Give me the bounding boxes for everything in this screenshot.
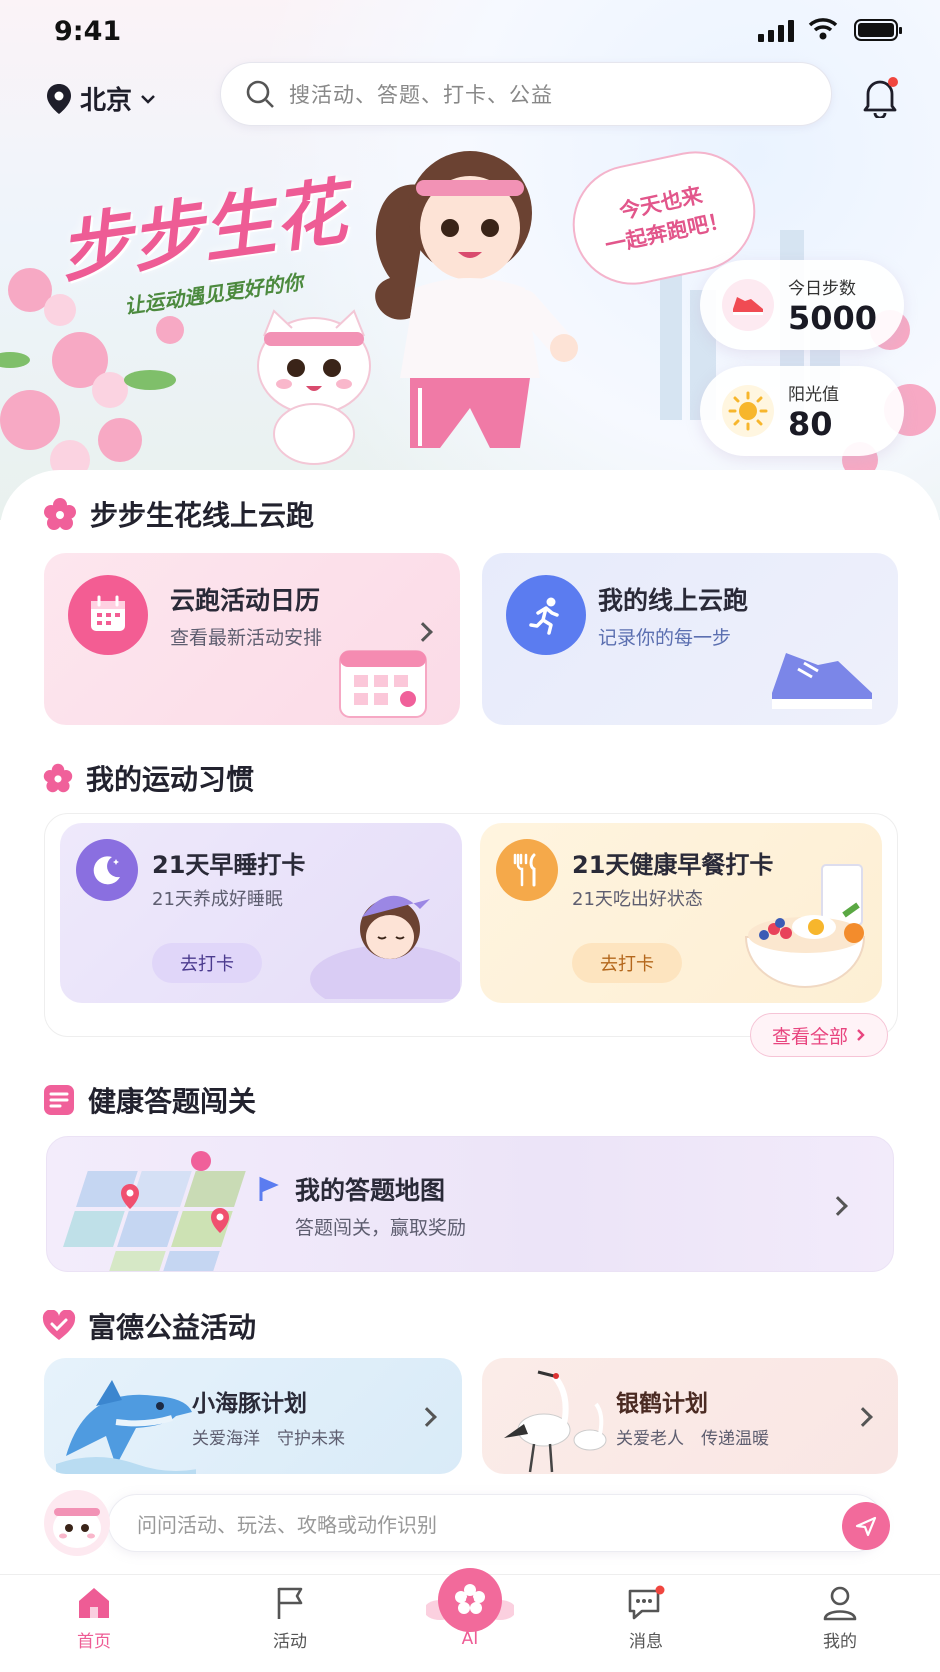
tab-activity[interactable]: 活动: [240, 1585, 340, 1652]
sun-value: 80: [788, 404, 833, 443]
steps-label: 今日步数: [788, 278, 856, 299]
chevron-down-icon: [141, 94, 155, 104]
sleep-checkin-button[interactable]: 去打卡: [152, 943, 262, 983]
view-all-button[interactable]: 查看全部: [750, 1013, 888, 1057]
chevron-right-icon: [828, 1196, 848, 1216]
my-cloud-run-card[interactable]: 我的线上云跑 记录你的每一步: [482, 553, 898, 725]
crane-card-title: 银鹤计划: [616, 1391, 708, 1417]
moon-icon: [76, 839, 138, 901]
mascot-avatar[interactable]: [44, 1490, 110, 1556]
section-title: 健康答题闯关: [88, 1085, 257, 1118]
quiz-map-illustration: [63, 1151, 279, 1271]
section-title: 我的运动习惯: [86, 763, 255, 796]
view-all-label: 查看全部: [771, 1025, 848, 1048]
sleep-card-desc: 21天养成好睡眠: [152, 889, 283, 910]
search-input[interactable]: 搜活动、答题、打卡、公益: [289, 79, 553, 109]
status-time: 9:41: [54, 16, 122, 47]
section-charity-header: 富德公益活动: [42, 1306, 256, 1346]
tab-home[interactable]: 首页: [44, 1585, 144, 1652]
sneaker-decoration-icon: [772, 653, 872, 709]
tab-messages[interactable]: 消息: [596, 1585, 696, 1652]
sun-label: 阳光值: [788, 384, 839, 405]
runner-icon: [506, 575, 586, 655]
healthy-breakfast-card[interactable]: 21天健康早餐打卡 21天吃出好状态 去打卡: [480, 823, 882, 1003]
bunny-mascot-illustration: [257, 309, 371, 465]
calendar-card-desc: 查看最新活动安排: [170, 627, 323, 649]
battery-icon: [854, 19, 902, 41]
section-title: 富德公益活动: [88, 1311, 257, 1344]
tab-label: 首页: [77, 1632, 111, 1652]
cellular-signal-icon: [758, 20, 794, 42]
crane-card-desc: 关爱老人 传递温暖: [616, 1429, 769, 1449]
location-pin-icon: [47, 83, 71, 114]
heart-icon: [42, 1310, 76, 1340]
ai-ask-placeholder: 问问活动、玩法、攻略或动作识别: [137, 1512, 437, 1537]
search-bar[interactable]: 搜活动、答题、打卡、公益: [220, 62, 832, 126]
dolphin-card-desc: 关爱海洋 守护未来: [192, 1429, 345, 1449]
ai-ask-bar: 问问活动、玩法、攻略或动作识别: [34, 1488, 908, 1562]
home-icon: [79, 1588, 109, 1618]
chevron-right-icon: [417, 1407, 437, 1427]
chevron-right-icon: [413, 622, 433, 642]
city-label: 北京: [80, 86, 133, 116]
flower-icon: [44, 498, 76, 530]
user-icon: [823, 1586, 857, 1621]
section-habits-header: 我的运动习惯: [42, 758, 254, 798]
tab-label: 消息: [629, 1632, 663, 1652]
sleeping-girl-illustration: [310, 895, 460, 999]
quiz-map-title: 我的答题地图: [295, 1176, 446, 1205]
tab-profile[interactable]: 我的: [790, 1585, 890, 1652]
breakfast-card-desc: 21天吃出好状态: [572, 889, 703, 910]
sneaker-icon: [722, 279, 774, 331]
cloud-run-calendar-card[interactable]: 云跑活动日历 查看最新活动安排: [44, 553, 460, 725]
section-title: 步步生花线上云跑: [90, 499, 315, 532]
status-bar: 9:41: [0, 0, 940, 62]
section-quiz-header: 健康答题闯关: [42, 1080, 256, 1120]
flower-icon: [43, 763, 73, 793]
quiz-map-desc: 答题闯关，赢取奖励: [295, 1217, 467, 1239]
my-run-card-title: 我的线上云跑: [598, 586, 749, 615]
quiz-list-icon: [44, 1085, 74, 1115]
quiz-map-card[interactable]: 我的答题地图 答题闯关，赢取奖励: [46, 1136, 894, 1272]
notification-bell-icon[interactable]: [860, 76, 900, 118]
breakfast-checkin-button[interactable]: 去打卡: [572, 943, 682, 983]
section-cloud-run-header: 步步生花线上云跑: [42, 494, 314, 534]
chat-icon: [628, 1585, 665, 1620]
crane-illustration: [504, 1370, 607, 1473]
location-selector[interactable]: 北京: [46, 80, 156, 117]
sun-icon: [722, 385, 774, 437]
calendar-card-title: 云跑活动日历: [170, 586, 321, 615]
today-steps-card[interactable]: 今日步数 5000: [700, 260, 904, 350]
flag-icon: [277, 1587, 303, 1619]
send-icon: [855, 1516, 877, 1537]
dolphin-card-title: 小海豚计划: [192, 1391, 307, 1417]
steps-value: 5000: [788, 298, 878, 337]
chevron-right-icon: [853, 1407, 873, 1427]
tab-label: 我的: [823, 1632, 857, 1652]
crane-plan-card[interactable]: 银鹤计划 关爱老人 传递温暖: [482, 1358, 898, 1474]
my-run-card-desc: 记录你的每一步: [598, 627, 732, 649]
wifi-icon: [808, 18, 838, 40]
tab-label: 活动: [273, 1632, 307, 1652]
sleep-card-title: 21天早睡打卡: [152, 851, 306, 879]
sunshine-value-card[interactable]: 阳光值 80: [700, 366, 904, 456]
search-icon: [246, 80, 274, 108]
fork-knife-icon: [496, 839, 558, 901]
ai-ask-input[interactable]: 问问活动、玩法、攻略或动作识别: [108, 1494, 884, 1552]
send-button[interactable]: [842, 1502, 890, 1550]
ai-lotus-button[interactable]: [426, 1560, 514, 1648]
dolphin-plan-card[interactable]: 小海豚计划 关爱海洋 守护未来: [44, 1358, 462, 1474]
chevron-right-icon: [857, 1029, 865, 1041]
calendar-decoration-icon: [339, 650, 427, 718]
breakfast-bowl-illustration: [744, 864, 866, 988]
dolphin-illustration: [56, 1380, 196, 1474]
calendar-icon: [68, 575, 148, 655]
early-sleep-card[interactable]: 21天早睡打卡 21天养成好睡眠 去打卡: [60, 823, 462, 1003]
